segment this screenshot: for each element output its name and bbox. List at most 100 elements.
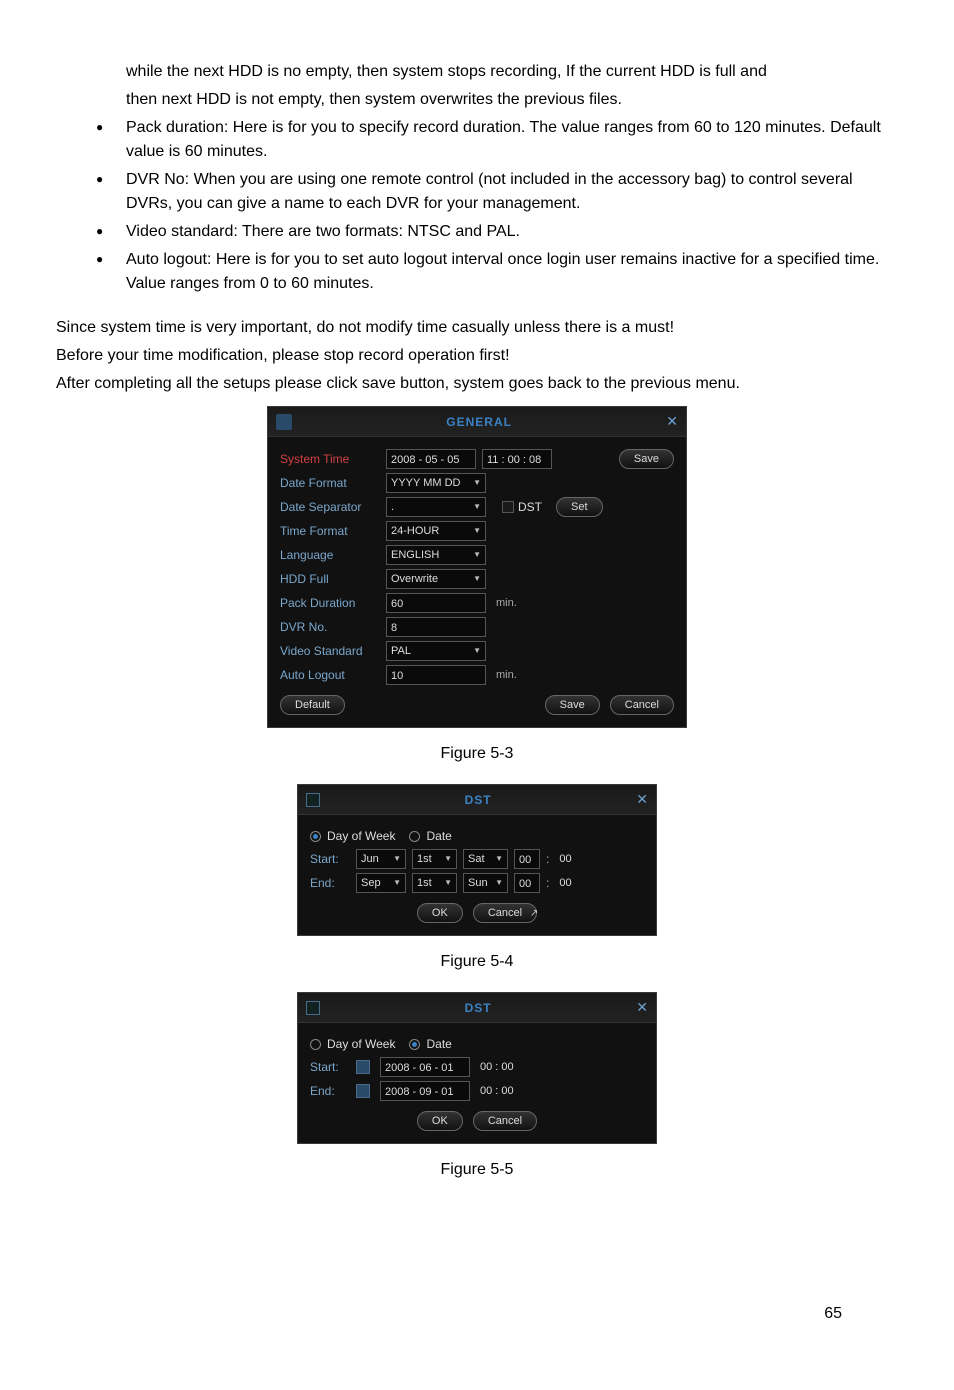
chevron-down-icon: ▼ bbox=[393, 853, 401, 865]
hdd-full-label: HDD Full bbox=[280, 570, 380, 588]
close-icon[interactable]: ✕ bbox=[636, 789, 648, 810]
day-of-week-radio[interactable] bbox=[310, 1039, 321, 1050]
figure-5-5-caption: Figure 5-5 bbox=[56, 1158, 898, 1182]
day-of-week-radio[interactable] bbox=[310, 831, 321, 842]
chevron-down-icon: ▼ bbox=[473, 525, 481, 537]
start-date-input[interactable]: 2008 - 06 - 01 bbox=[380, 1057, 470, 1077]
auto-logout-label: Auto Logout bbox=[280, 666, 380, 684]
end-time-input[interactable]: 00 : 00 bbox=[476, 1081, 526, 1101]
dst-set-button[interactable]: Set bbox=[556, 497, 603, 517]
start-day-select[interactable]: Sat▼ bbox=[463, 849, 508, 869]
start-label: Start: bbox=[310, 1058, 350, 1076]
warning-1: Since system time is very important, do … bbox=[56, 316, 898, 340]
calendar-icon[interactable] bbox=[356, 1084, 370, 1098]
save-time-button[interactable]: Save bbox=[619, 449, 674, 469]
date-radio[interactable] bbox=[409, 1039, 420, 1050]
chevron-down-icon: ▼ bbox=[393, 877, 401, 889]
cancel-button[interactable]: Cancel bbox=[610, 695, 674, 715]
ok-button[interactable]: OK bbox=[417, 903, 463, 923]
end-hour-input[interactable]: 00 bbox=[514, 873, 540, 893]
date-format-label: Date Format bbox=[280, 474, 380, 492]
start-month-select[interactable]: Jun▼ bbox=[356, 849, 406, 869]
system-date-input[interactable]: 2008 - 05 - 05 bbox=[386, 449, 476, 469]
chevron-down-icon: ▼ bbox=[473, 549, 481, 561]
language-label: Language bbox=[280, 546, 380, 564]
calendar-icon[interactable] bbox=[356, 1060, 370, 1074]
dst-date-dialog: DST ✕ Day of Week Date Start: 2008 - 06 … bbox=[297, 992, 657, 1144]
time-format-select[interactable]: 24-HOUR▼ bbox=[386, 521, 486, 541]
default-button[interactable]: Default bbox=[280, 695, 345, 715]
general-icon bbox=[276, 414, 292, 430]
bullet-3: Video standard: There are two formats: N… bbox=[56, 220, 898, 244]
chevron-down-icon: ▼ bbox=[473, 573, 481, 585]
end-month-select[interactable]: Sep▼ bbox=[356, 873, 406, 893]
bullet-1: Pack duration: Here is for you to specif… bbox=[56, 116, 898, 164]
dialog-title: DST bbox=[320, 791, 636, 809]
save-button[interactable]: Save bbox=[545, 695, 600, 715]
chevron-down-icon: ▼ bbox=[473, 645, 481, 657]
page-number: 65 bbox=[824, 1302, 842, 1326]
dialog-title: GENERAL bbox=[292, 413, 666, 431]
ok-button[interactable]: OK bbox=[417, 1111, 463, 1131]
dvr-no-input[interactable]: 8 bbox=[386, 617, 486, 637]
pack-duration-label: Pack Duration bbox=[280, 594, 380, 612]
date-separator-select[interactable]: .▼ bbox=[386, 497, 486, 517]
dst-icon bbox=[306, 1001, 320, 1015]
min-unit: min. bbox=[496, 595, 517, 612]
day-of-week-label: Day of Week bbox=[327, 827, 395, 845]
date-label: Date bbox=[426, 1035, 451, 1053]
date-separator-label: Date Separator bbox=[280, 498, 380, 516]
end-day-select[interactable]: Sun▼ bbox=[463, 873, 508, 893]
video-standard-select[interactable]: PAL▼ bbox=[386, 641, 486, 661]
system-time-input[interactable]: 11 : 00 : 08 bbox=[482, 449, 552, 469]
language-select[interactable]: ENGLISH▼ bbox=[386, 545, 486, 565]
bullet-list: Pack duration: Here is for you to specif… bbox=[56, 116, 898, 296]
start-hour-input[interactable]: 00 bbox=[514, 849, 540, 869]
chevron-down-icon: ▼ bbox=[473, 501, 481, 513]
end-date-input[interactable]: 2008 - 09 - 01 bbox=[380, 1081, 470, 1101]
system-time-label: System Time bbox=[280, 450, 380, 468]
end-min-input[interactable]: 00 bbox=[555, 873, 581, 893]
chevron-down-icon: ▼ bbox=[444, 853, 452, 865]
date-label: Date bbox=[426, 827, 451, 845]
figure-5-3-caption: Figure 5-3 bbox=[56, 742, 898, 766]
auto-logout-input[interactable]: 10 bbox=[386, 665, 486, 685]
pack-duration-input[interactable]: 60 bbox=[386, 593, 486, 613]
start-week-select[interactable]: 1st▼ bbox=[412, 849, 457, 869]
start-time-input[interactable]: 00 : 00 bbox=[476, 1057, 526, 1077]
cancel-button[interactable]: Cancel bbox=[473, 1111, 537, 1131]
video-standard-label: Video Standard bbox=[280, 642, 380, 660]
bullet-4: Auto logout: Here is for you to set auto… bbox=[56, 248, 898, 296]
figure-5-4-caption: Figure 5-4 bbox=[56, 950, 898, 974]
chevron-down-icon: ▼ bbox=[473, 477, 481, 489]
dst-week-dialog: DST ✕ Day of Week Date Start: Jun▼ 1st▼ … bbox=[297, 784, 657, 936]
dialog-titlebar: DST ✕ bbox=[298, 993, 656, 1023]
start-label: Start: bbox=[310, 850, 350, 868]
general-dialog: GENERAL ✕ System Time 2008 - 05 - 05 11 … bbox=[267, 406, 687, 728]
dialog-title: DST bbox=[320, 999, 636, 1017]
warning-2: Before your time modification, please st… bbox=[56, 344, 898, 368]
day-of-week-label: Day of Week bbox=[327, 1035, 395, 1053]
close-icon[interactable]: ✕ bbox=[636, 997, 648, 1018]
start-min-input[interactable]: 00 bbox=[555, 849, 581, 869]
end-week-select[interactable]: 1st▼ bbox=[412, 873, 457, 893]
close-icon[interactable]: ✕ bbox=[666, 411, 678, 432]
chevron-down-icon: ▼ bbox=[495, 853, 503, 865]
instruction: After completing all the setups please c… bbox=[56, 372, 898, 396]
min-unit-2: min. bbox=[496, 667, 517, 684]
dst-checkbox[interactable] bbox=[502, 501, 514, 513]
dst-icon bbox=[306, 793, 320, 807]
time-format-label: Time Format bbox=[280, 522, 380, 540]
date-format-select[interactable]: YYYY MM DD▼ bbox=[386, 473, 486, 493]
end-label: End: bbox=[310, 874, 350, 892]
dialog-titlebar: DST ✕ bbox=[298, 785, 656, 815]
bullet-2: DVR No: When you are using one remote co… bbox=[56, 168, 898, 216]
cancel-button[interactable]: Cancel bbox=[473, 903, 537, 923]
intro-line-2: then next HDD is not empty, then system … bbox=[126, 88, 898, 112]
chevron-down-icon: ▼ bbox=[444, 877, 452, 889]
hdd-full-select[interactable]: Overwrite▼ bbox=[386, 569, 486, 589]
dvr-no-label: DVR No. bbox=[280, 618, 380, 636]
dst-label: DST bbox=[518, 498, 542, 516]
chevron-down-icon: ▼ bbox=[495, 877, 503, 889]
date-radio[interactable] bbox=[409, 831, 420, 842]
